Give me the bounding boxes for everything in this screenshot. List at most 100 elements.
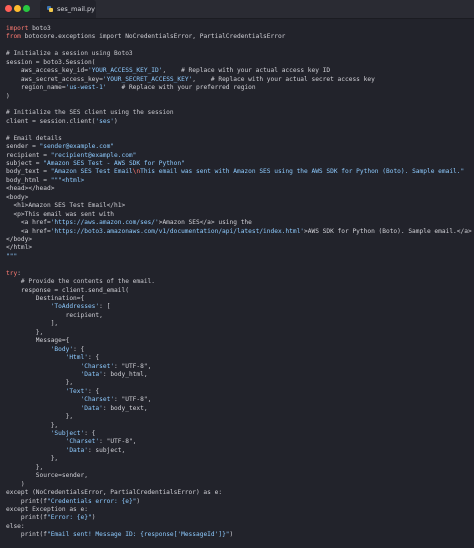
code-token-default: : "UTF-8", [114, 362, 152, 370]
code-token-default: ) [6, 480, 25, 488]
code-line: <h1>Amazon SES Test Email</h1> [6, 202, 472, 210]
code-token-default: botocore.exceptions import NoCredentials… [20, 33, 286, 41]
code-token-keyword: import [6, 25, 29, 32]
code-token-default: <h1>Amazon SES Test Email</h1> [6, 202, 126, 210]
code-line: Source=sender, [6, 472, 472, 480]
code-token-string: "Error: {e}" [46, 514, 92, 522]
code-token-default: , # Replace with your actual secret acce… [192, 75, 375, 83]
file-tab-label: ses_mail.py [57, 5, 95, 13]
code-token-default: Source=sender, [6, 472, 88, 480]
code-line: }, [6, 379, 472, 387]
minimize-window-button[interactable] [14, 5, 21, 12]
code-line: # Initialize a session using Boto3 [6, 50, 472, 58]
code-token-string: 'Data' [80, 404, 103, 412]
code-line: 'Charset': "UTF-8", [6, 396, 472, 404]
code-token-default: sender = [6, 143, 40, 151]
code-token-keyword: try [6, 269, 18, 277]
code-token-string: "recipient@example.com" [50, 151, 137, 159]
code-token-string: 'ses' [95, 117, 115, 125]
code-token-string: "Amazon SES Test - AWS SDK for Python" [43, 160, 185, 167]
code-token-default [6, 303, 51, 310]
code-line: print(f"Email sent! Message ID: {respons… [6, 531, 472, 539]
code-line: ) [6, 93, 472, 101]
code-token-string: 'YOUR_ACCESS_KEY_ID' [87, 67, 163, 75]
code-token-default: <p>This email was sent with [6, 210, 115, 218]
code-token-default: </body> [6, 235, 33, 243]
code-line: }, [6, 422, 472, 430]
code-token-default: session = boto3.Session( [6, 58, 96, 66]
code-token-comment: # Email details [6, 134, 62, 142]
code-token-string: 'Subject' [50, 430, 85, 437]
code-line: 'Charset': "UTF-8", [6, 438, 472, 446]
code-token-default: }, [6, 413, 74, 421]
code-token-default: : { [87, 387, 100, 395]
code-line: <p>This email was sent with [6, 211, 472, 219]
code-token-string: 'Charset' [65, 438, 100, 446]
code-line: ], [6, 320, 472, 328]
code-token-default: ) [114, 117, 118, 125]
code-token-default: : "UTF-8", [99, 438, 137, 446]
code-line: </body> [6, 236, 472, 244]
code-token-default: # Replace with your preferred region [106, 84, 256, 92]
python-file-icon [47, 6, 53, 12]
code-token-default: }, [6, 455, 59, 463]
code-line: aws_access_key_id='YOUR_ACCESS_KEY_ID', … [6, 67, 472, 75]
code-line: from botocore.exceptions import NoCreden… [6, 33, 472, 41]
code-line: </html> [6, 244, 472, 252]
file-tab[interactable]: ses_mail.py [40, 0, 96, 18]
code-token-string: 'us-west-1' [65, 84, 107, 92]
code-line: try: [6, 270, 472, 278]
code-line: sender = "sender@example.com" [6, 143, 472, 151]
code-line: <a href='https://aws.amazon.com/ses/'>Am… [6, 219, 472, 227]
code-token-default: body_text = [6, 168, 51, 176]
code-token-default: Message={ [6, 337, 70, 345]
code-area[interactable]: import boto3 from botocore.exceptions imp… [6, 25, 472, 540]
code-line: subject = "Amazon SES Test - AWS SDK for… [6, 160, 472, 168]
code-line: print(f"Credentials error: {e}") [6, 498, 472, 506]
code-line: }, [6, 413, 472, 421]
code-token-default: }, [6, 463, 44, 471]
code-token-default: <head></head> [6, 185, 55, 193]
code-token-default: }, [6, 421, 59, 429]
code-token-string: 'Html' [65, 354, 88, 362]
code-token-default [6, 396, 81, 403]
code-token-default: print(f [6, 497, 47, 505]
code-line: ) [6, 481, 472, 489]
code-token-default [6, 354, 66, 361]
code-token-default: ) [6, 92, 10, 100]
code-token-comment: # Provide the contents of the email. [6, 278, 156, 286]
code-token-default: : body_text, [102, 404, 148, 412]
code-token-default [6, 371, 81, 378]
code-line: Message={ [6, 337, 472, 345]
maximize-window-button[interactable] [23, 5, 30, 12]
code-line: # Initialize the SES client using the se… [6, 109, 472, 117]
code-token-default: response = client.send_email( [6, 286, 129, 294]
code-line: aws_secret_access_key='YOUR_SECRET_ACCES… [6, 76, 472, 84]
code-token-string: 'Text' [65, 387, 88, 395]
code-token-default: client = session.client( [6, 117, 96, 125]
title-bar: ses_mail.py [0, 0, 474, 19]
code-token-default: <body> [6, 193, 29, 201]
code-line: # Provide the contents of the email. [6, 278, 472, 286]
code-token-default: boto3 [28, 25, 51, 32]
code-token-string: "Amazon SES Test Email [50, 168, 133, 176]
code-token-default [6, 346, 51, 353]
code-token-comment: # Initialize a session using Boto3 [6, 50, 133, 58]
code-line: <a href='https://boto3.amazonaws.com/v1/… [6, 228, 472, 236]
code-line: recipient = "recipient@example.com" [6, 152, 472, 160]
code-token-default: <a href= [6, 227, 51, 235]
code-line: }, [6, 329, 472, 337]
code-token-default: : { [87, 354, 100, 362]
code-line: 'Data': subject, [6, 447, 472, 455]
code-token-default: print(f [6, 514, 47, 522]
code-token-default: except Exception as e: [6, 505, 88, 513]
code-line: else: [6, 523, 472, 531]
code-line: 'Body': { [6, 346, 472, 354]
close-window-button[interactable] [5, 5, 12, 12]
code-token-default: Destination={ [6, 295, 85, 302]
code-line: print(f"Error: {e}") [6, 514, 472, 522]
code-token-string: 'https://aws.amazon.com/ses/' [50, 219, 159, 227]
